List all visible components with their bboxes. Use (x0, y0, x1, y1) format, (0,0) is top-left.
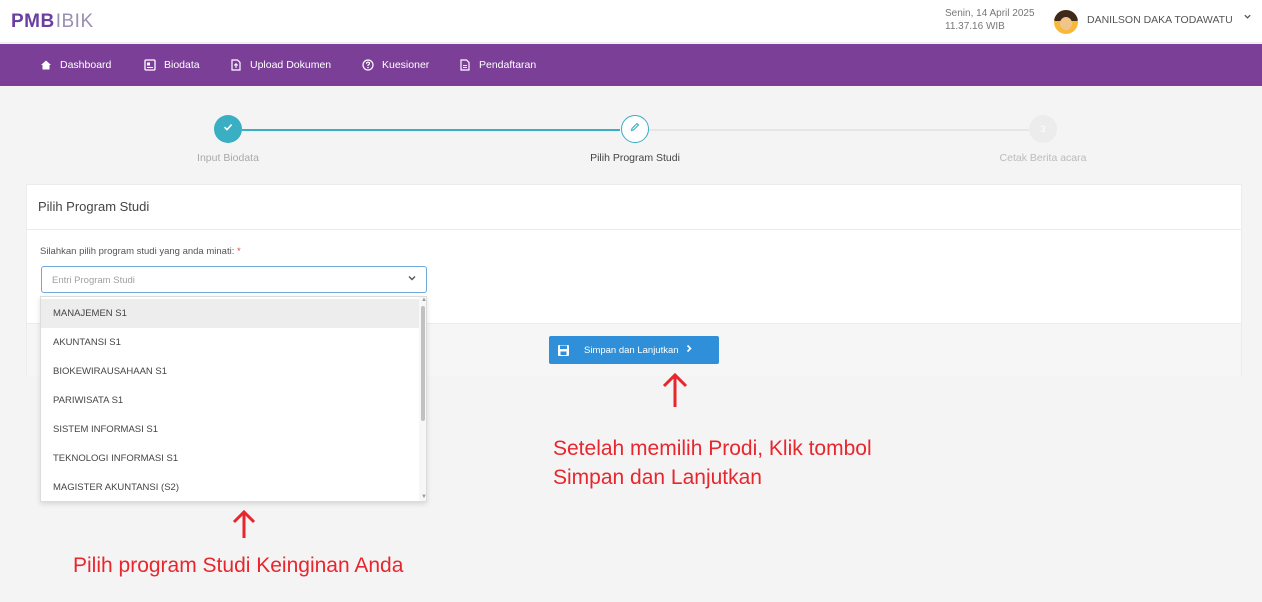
program-studi-select[interactable]: Entri Program Studi (41, 266, 427, 293)
annotation-right-line2: Simpan dan Lanjutkan (553, 466, 762, 489)
logo-pmb: PMB (11, 11, 55, 32)
card-divider (27, 229, 1241, 230)
select-placeholder: Entri Program Studi (52, 275, 135, 286)
top-header: PMBIBIK Senin, 14 April 2025 11.37.16 WI… (0, 0, 1262, 43)
dropdown-scrollbar-thumb[interactable] (421, 306, 425, 421)
main-navbar: Dashboard Biodata Upload Dokumen Kuesion… (0, 44, 1262, 86)
step-1-label: Input Biodata (197, 152, 259, 164)
annotation-arrow-up-icon (662, 372, 688, 407)
chevron-down-icon[interactable] (407, 273, 417, 286)
annotation-left: Pilih program Studi Keinginan Anda (73, 554, 404, 577)
dropdown-option[interactable]: BIOKEWIRAUSAHAAN S1 (41, 357, 419, 386)
id-card-icon (144, 59, 156, 71)
scroll-down-icon[interactable]: ▼ (421, 494, 426, 500)
current-time: 11.37.16 WIB (945, 21, 1005, 32)
nav-biodata[interactable]: Biodata (144, 58, 200, 72)
scroll-up-icon[interactable]: ▲ (421, 297, 426, 303)
upload-file-icon (230, 59, 242, 71)
dropdown-option[interactable]: PARIWISATA S1 (41, 386, 419, 415)
pencil-icon (629, 120, 641, 138)
step-1-done-circle[interactable] (214, 115, 242, 143)
nav-kuesioner[interactable]: Kuesioner (362, 58, 429, 72)
check-icon (222, 120, 234, 138)
dropdown-option[interactable]: AKUNTANSI S1 (41, 328, 419, 357)
dropdown-option[interactable]: TEKNOLOGI INFORMASI S1 (41, 444, 419, 473)
field-label-text: Silahkan pilih program studi yang anda m… (40, 246, 235, 257)
dropdown-option[interactable]: SISTEM INFORMASI S1 (41, 415, 419, 444)
required-mark: * (236, 246, 241, 257)
save-disk-icon (557, 344, 570, 357)
dropdown-option[interactable]: MAGISTER AKUNTANSI (S2) (41, 473, 419, 501)
annotation-right-line1: Setelah memilih Prodi, Klik tombol (553, 437, 872, 460)
program-studi-dropdown[interactable]: MANAJEMEN S1 AKUNTANSI S1 BIOKEWIRAUSAHA… (40, 296, 427, 502)
home-icon (40, 59, 52, 71)
app-logo[interactable]: PMBIBIK (11, 11, 94, 33)
nav-label: Kuesioner (382, 59, 430, 71)
datetime: Senin, 14 April 2025 11.37.16 WIB (945, 7, 1035, 33)
nav-pendaftaran[interactable]: Pendaftaran (459, 58, 536, 72)
nav-dashboard[interactable]: Dashboard (40, 58, 111, 72)
save-button-label: Simpan dan Lanjutkan (584, 344, 679, 356)
annotation-right: Setelah memilih Prodi, Klik tombol Simpa… (553, 434, 872, 492)
nav-label: Dashboard (60, 59, 112, 71)
nav-label: Biodata (164, 59, 200, 71)
chevron-down-icon[interactable] (1243, 12, 1252, 24)
dropdown-option[interactable]: MANAJEMEN S1 (41, 299, 419, 328)
chevron-right-icon (685, 344, 693, 356)
user-name[interactable]: DANILSON DAKA TODAWATU (1087, 14, 1233, 26)
document-icon (459, 59, 471, 71)
step-connector-2 (649, 129, 1029, 131)
current-date: Senin, 14 April 2025 (945, 8, 1035, 19)
step-3-pending-circle[interactable]: 3 (1029, 115, 1057, 143)
save-and-continue-button[interactable]: Simpan dan Lanjutkan (549, 336, 719, 364)
logo-ibik: IBIK (55, 11, 94, 32)
field-label: Silahkan pilih program studi yang anda m… (40, 246, 241, 257)
step-connector-1 (242, 129, 620, 131)
nav-label: Pendaftaran (479, 59, 537, 71)
step-3-label: Cetak Berita acara (999, 152, 1087, 164)
nav-label: Upload Dokumen (250, 59, 332, 71)
nav-upload-dokumen[interactable]: Upload Dokumen (230, 58, 331, 72)
step-2-active-circle[interactable] (621, 115, 649, 143)
avatar[interactable] (1054, 10, 1078, 34)
step-2-label: Pilih Program Studi (590, 152, 680, 164)
annotation-arrow-up-icon (232, 509, 256, 538)
card-title: Pilih Program Studi (38, 199, 150, 214)
question-icon (362, 59, 374, 71)
step-3-number: 3 (1040, 124, 1046, 134)
